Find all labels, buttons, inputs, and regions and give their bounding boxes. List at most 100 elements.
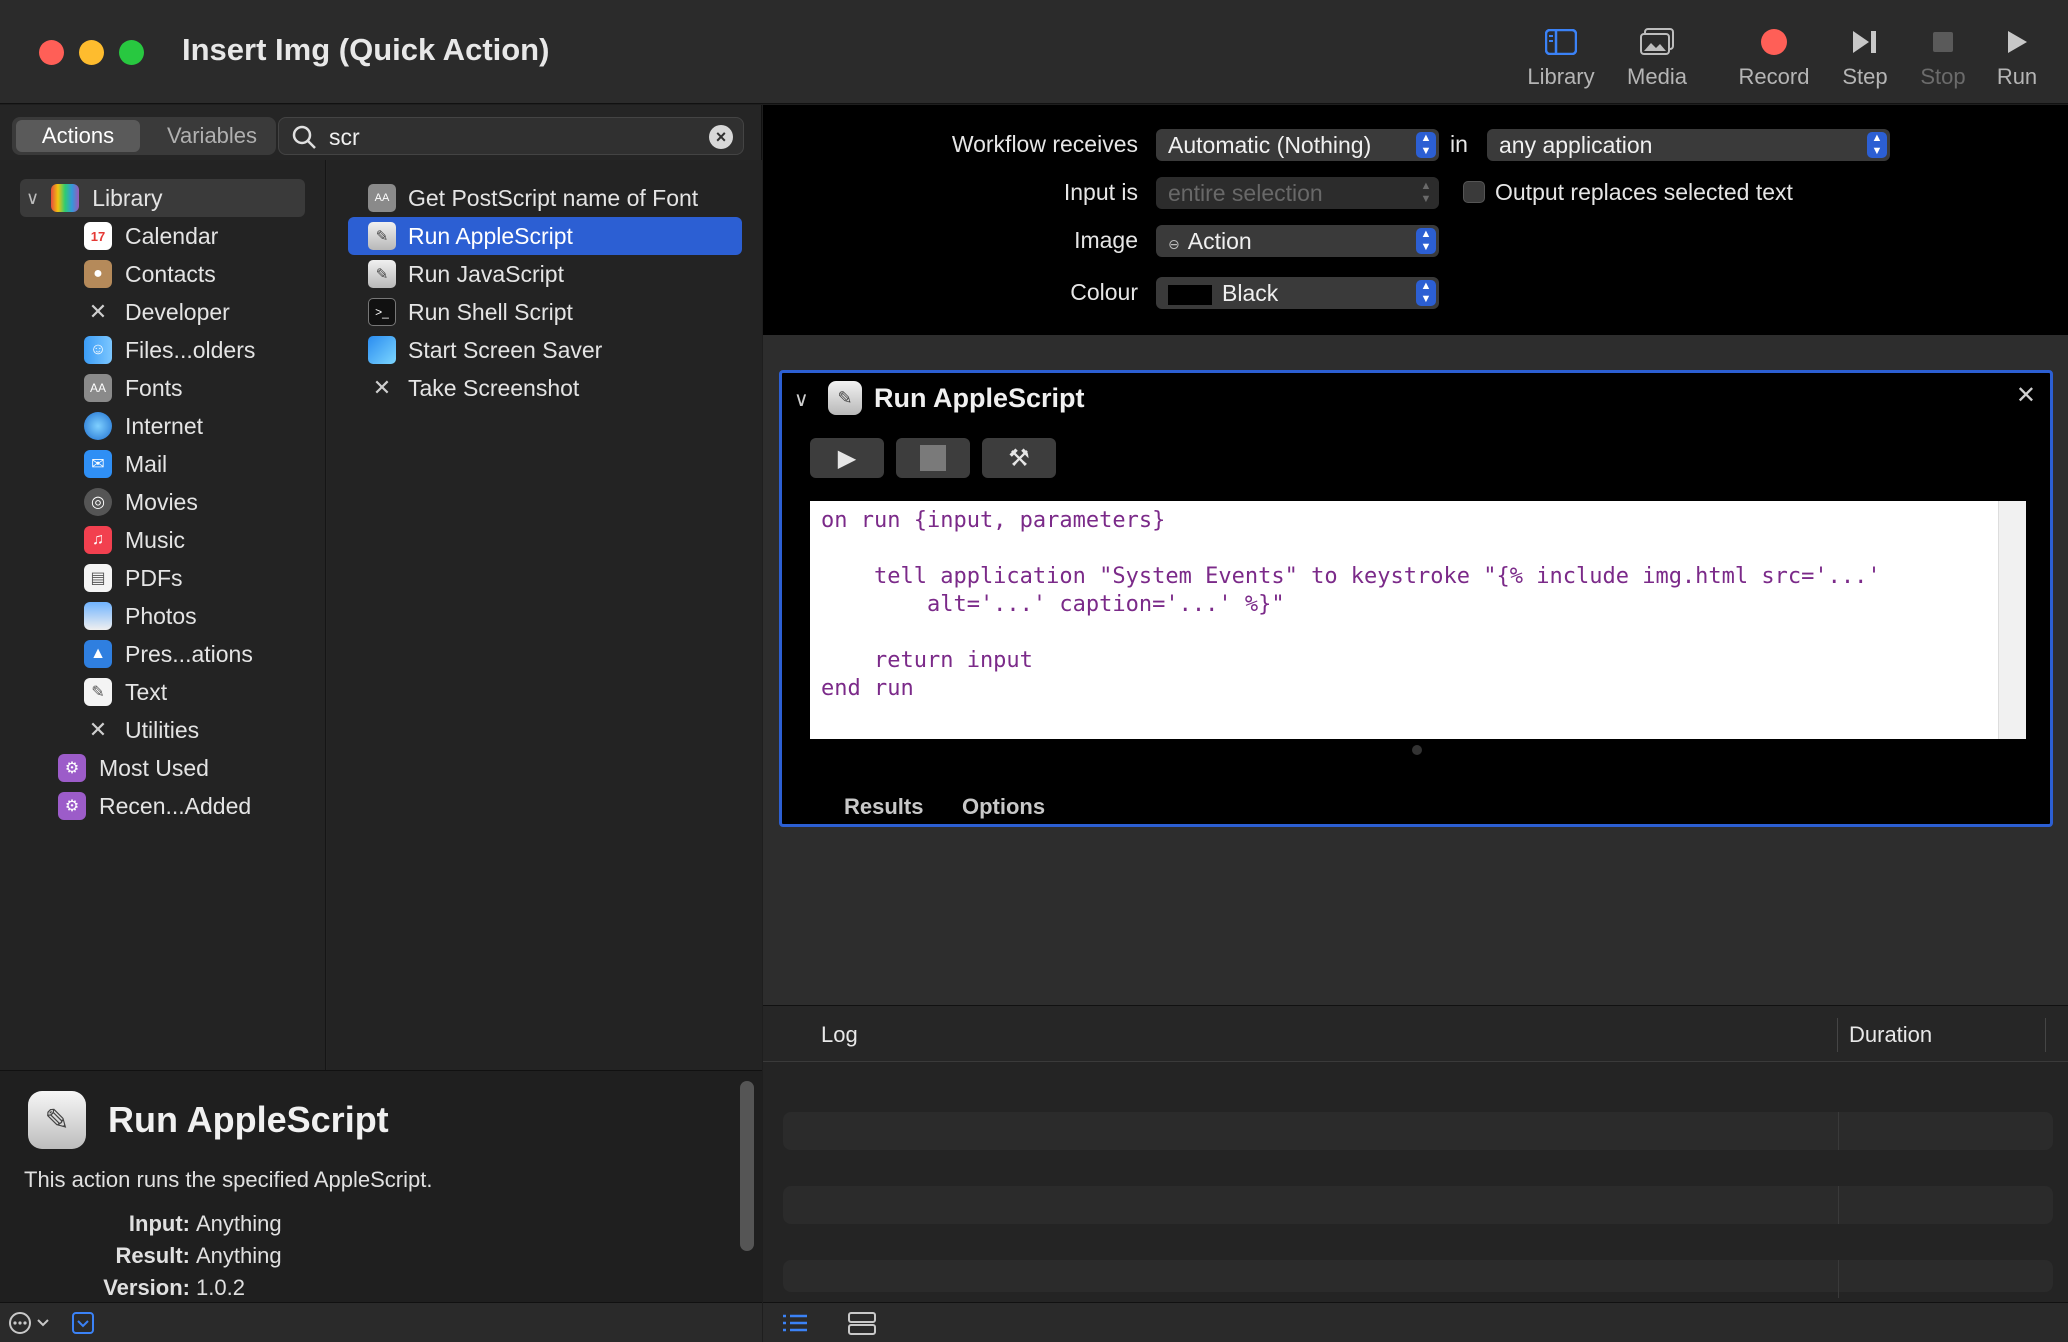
tab-options[interactable]: Options xyxy=(962,794,1045,820)
text-edit-icon: ✎ xyxy=(84,678,112,706)
utilities-icon: ✕ xyxy=(88,717,108,742)
column-divider[interactable] xyxy=(2045,1018,2046,1052)
library-toolbar-button[interactable]: Library xyxy=(1506,20,1616,100)
media-toolbar-button[interactable]: Media xyxy=(1602,20,1712,100)
zoom-window-button[interactable] xyxy=(119,40,144,65)
library-item-label: PDFs xyxy=(125,564,183,591)
stop-script-button[interactable] xyxy=(896,438,970,478)
row-divider xyxy=(1838,1112,1839,1150)
library-item-internet[interactable]: Internet xyxy=(84,407,203,445)
library-item-calendar[interactable]: 17 Calendar xyxy=(84,217,218,255)
library-root-item[interactable]: ∨ Library xyxy=(20,179,305,217)
log-row xyxy=(783,1260,2053,1298)
editor-scroll-gutter[interactable] xyxy=(1998,501,2026,739)
library-item-label: Most Used xyxy=(99,754,209,781)
run-toolbar-button[interactable]: Run xyxy=(1962,20,2068,100)
duration-column-header[interactable]: Duration xyxy=(1849,1022,1932,1048)
library-item-label: Utilities xyxy=(125,716,200,743)
action-item-run-applescript[interactable]: ✎ Run AppleScript xyxy=(348,217,742,255)
smart-folder-icon: ⚙ xyxy=(58,754,86,782)
description-toggle-icon[interactable] xyxy=(72,1312,94,1339)
resize-handle[interactable] xyxy=(1412,745,1422,755)
compile-script-button[interactable]: ⚒ xyxy=(982,438,1056,478)
photos-icon xyxy=(1602,20,1712,64)
action-item-get-postscript-name[interactable]: AA Get PostScript name of Font xyxy=(348,179,742,217)
library-item-music[interactable]: ♫ Music xyxy=(84,521,185,559)
action-item-run-javascript[interactable]: ✎ Run JavaScript xyxy=(348,255,742,293)
colour-value: Black xyxy=(1222,280,1279,306)
workflow-receives-popup[interactable]: Automatic (Nothing) ▲ ▼ xyxy=(1156,129,1439,161)
list-view-icon[interactable] xyxy=(781,1311,809,1340)
description-scrollbar[interactable] xyxy=(740,1081,754,1251)
contacts-icon: ● xyxy=(84,260,112,288)
library-item-photos[interactable]: Photos xyxy=(84,597,197,635)
fonts-icon: AA xyxy=(368,184,396,212)
description-text: This action runs the specified AppleScri… xyxy=(24,1167,433,1192)
run-applescript-action-card[interactable]: ∨ ✎ Run AppleScript ✕ ▶ ⚒ on run {input,… xyxy=(779,370,2053,827)
library-item-label: Mail xyxy=(125,450,168,477)
library-item-label: Photos xyxy=(125,602,197,629)
description-title: Run AppleScript xyxy=(108,1099,389,1140)
library-item-most-used[interactable]: ⚙ Most Used xyxy=(58,749,209,787)
stop-icon xyxy=(920,445,946,471)
log-column-header[interactable]: Log xyxy=(821,1022,858,1048)
column-divider[interactable] xyxy=(1837,1018,1838,1052)
split-view-icon[interactable] xyxy=(847,1311,877,1340)
right-bottom-bar xyxy=(763,1302,2068,1342)
finder-icon: ☺ xyxy=(84,336,112,364)
applescript-editor[interactable]: on run {input, parameters} tell applicat… xyxy=(810,501,2026,739)
media-toolbar-label: Media xyxy=(1627,64,1687,89)
description-result-row: Result: Anything xyxy=(0,1243,281,1269)
library-item-fonts[interactable]: AA Fonts xyxy=(84,369,183,407)
description-version-row: Version: 1.0.2 xyxy=(0,1275,245,1301)
application-popup[interactable]: any application ▲ ▼ xyxy=(1487,129,1890,161)
actions-tab[interactable]: Actions xyxy=(16,120,140,152)
library-item-contacts[interactable]: ● Contacts xyxy=(84,255,216,293)
screen-saver-icon xyxy=(368,336,396,364)
minimize-window-button[interactable] xyxy=(79,40,104,65)
library-item-movies[interactable]: ◎ Movies xyxy=(84,483,198,521)
collapse-chevron-icon[interactable]: ∨ xyxy=(794,387,809,412)
run-script-button[interactable]: ▶ xyxy=(810,438,884,478)
colour-popup[interactable]: Black ▲ ▼ xyxy=(1156,277,1439,309)
clear-search-icon[interactable]: × xyxy=(709,125,733,149)
close-window-button[interactable] xyxy=(39,40,64,65)
output-replaces-label: Output replaces selected text xyxy=(1495,179,1793,205)
library-item-presentations[interactable]: ▲ Pres...ations xyxy=(84,635,253,673)
action-search-field[interactable]: scr × xyxy=(278,117,744,155)
variables-tab[interactable]: Variables xyxy=(152,120,272,152)
disclosure-chevron-icon: ∨ xyxy=(26,187,40,208)
action-description-pane: ✎ Run AppleScript This action runs the s… xyxy=(0,1070,762,1302)
action-item-start-screen-saver[interactable]: Start Screen Saver xyxy=(348,331,742,369)
library-item-label: Music xyxy=(125,526,186,553)
pdf-document-icon: ▤ xyxy=(84,564,112,592)
search-input[interactable]: scr xyxy=(329,124,360,151)
library-item-label: Recen...Added xyxy=(99,792,252,819)
log-row xyxy=(783,1112,2053,1150)
script-editor-icon: ✎ xyxy=(828,381,862,415)
input-is-popup[interactable]: entire selection ▲ ▼ xyxy=(1156,177,1439,209)
library-item-text[interactable]: ✎ Text xyxy=(84,673,167,711)
image-popup[interactable]: ⊖ Action ▲ ▼ xyxy=(1156,225,1439,257)
action-item-label: Run JavaScript xyxy=(408,260,564,287)
output-replaces-checkbox[interactable] xyxy=(1463,181,1485,203)
library-item-files-folders[interactable]: ☺ Files...olders xyxy=(84,331,255,369)
library-item-utilities[interactable]: ✕ Utilities xyxy=(84,711,199,749)
action-menu-icon[interactable] xyxy=(8,1311,52,1340)
library-toolbar-label: Library xyxy=(1527,64,1595,89)
library-item-pdfs[interactable]: ▤ PDFs xyxy=(84,559,183,597)
close-icon[interactable]: ✕ xyxy=(2016,381,2036,410)
keynote-icon: ▲ xyxy=(84,640,112,668)
input-is-label: Input is xyxy=(1063,179,1138,205)
action-item-take-screenshot[interactable]: ✕ Take Screenshot xyxy=(348,369,742,407)
globe-icon xyxy=(84,412,112,440)
library-item-developer[interactable]: ✕ Developer xyxy=(84,293,230,331)
tab-results[interactable]: Results xyxy=(844,794,923,820)
action-item-label: Take Screenshot xyxy=(408,374,580,401)
version-value: 1.0.2 xyxy=(196,1275,245,1300)
library-item-mail[interactable]: ✉ Mail xyxy=(84,445,167,483)
colour-swatch xyxy=(1168,284,1212,305)
action-gear-icon: ⊖ xyxy=(1168,236,1180,252)
action-item-run-shell-script[interactable]: >_ Run Shell Script xyxy=(348,293,742,331)
library-item-recently-added[interactable]: ⚙ Recen...Added xyxy=(58,787,251,825)
